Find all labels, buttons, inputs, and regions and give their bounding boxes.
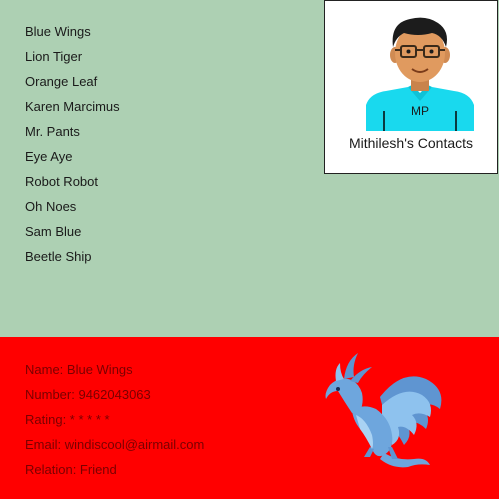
contact-list: Blue Wings Lion Tiger Orange Leaf Karen … xyxy=(25,23,120,273)
avatar-icon: MP xyxy=(366,17,474,131)
contact-item-eye-aye[interactable]: Eye Aye xyxy=(25,148,120,173)
contact-item-blue-wings[interactable]: Blue Wings xyxy=(25,23,120,48)
contact-list-panel: Blue Wings Lion Tiger Orange Leaf Karen … xyxy=(0,0,499,337)
contact-item-sam-blue[interactable]: Sam Blue xyxy=(25,223,120,248)
contact-item-mr-pants[interactable]: Mr. Pants xyxy=(25,123,120,148)
detail-number: Number: 9462043063 xyxy=(25,387,151,402)
contact-item-oh-noes[interactable]: Oh Noes xyxy=(25,198,120,223)
contact-details: Name: Blue Wings Number: 9462043063 Rati… xyxy=(25,361,204,486)
contact-details-panel: Name: Blue Wings Number: 9462043063 Rati… xyxy=(0,337,499,499)
winged-dragon-icon xyxy=(325,353,442,468)
detail-name: Name: Blue Wings xyxy=(25,362,133,377)
contact-item-orange-leaf[interactable]: Orange Leaf xyxy=(25,73,120,98)
card-title: Mithilesh's Contacts xyxy=(348,135,474,151)
detail-rating: Rating: * * * * * xyxy=(25,412,110,427)
contact-item-lion-tiger[interactable]: Lion Tiger xyxy=(25,48,120,73)
owner-card: MP Mithilesh's Contacts xyxy=(324,0,498,174)
detail-email: Email: windiscool@airmail.com xyxy=(25,437,205,452)
avatar-initials: MP xyxy=(411,104,429,118)
contact-item-beetle-ship[interactable]: Beetle Ship xyxy=(25,248,120,273)
detail-relation: Relation: Friend xyxy=(25,462,117,477)
contact-item-karen-marcimus[interactable]: Karen Marcimus xyxy=(25,98,120,123)
contact-item-robot-robot[interactable]: Robot Robot xyxy=(25,173,120,198)
